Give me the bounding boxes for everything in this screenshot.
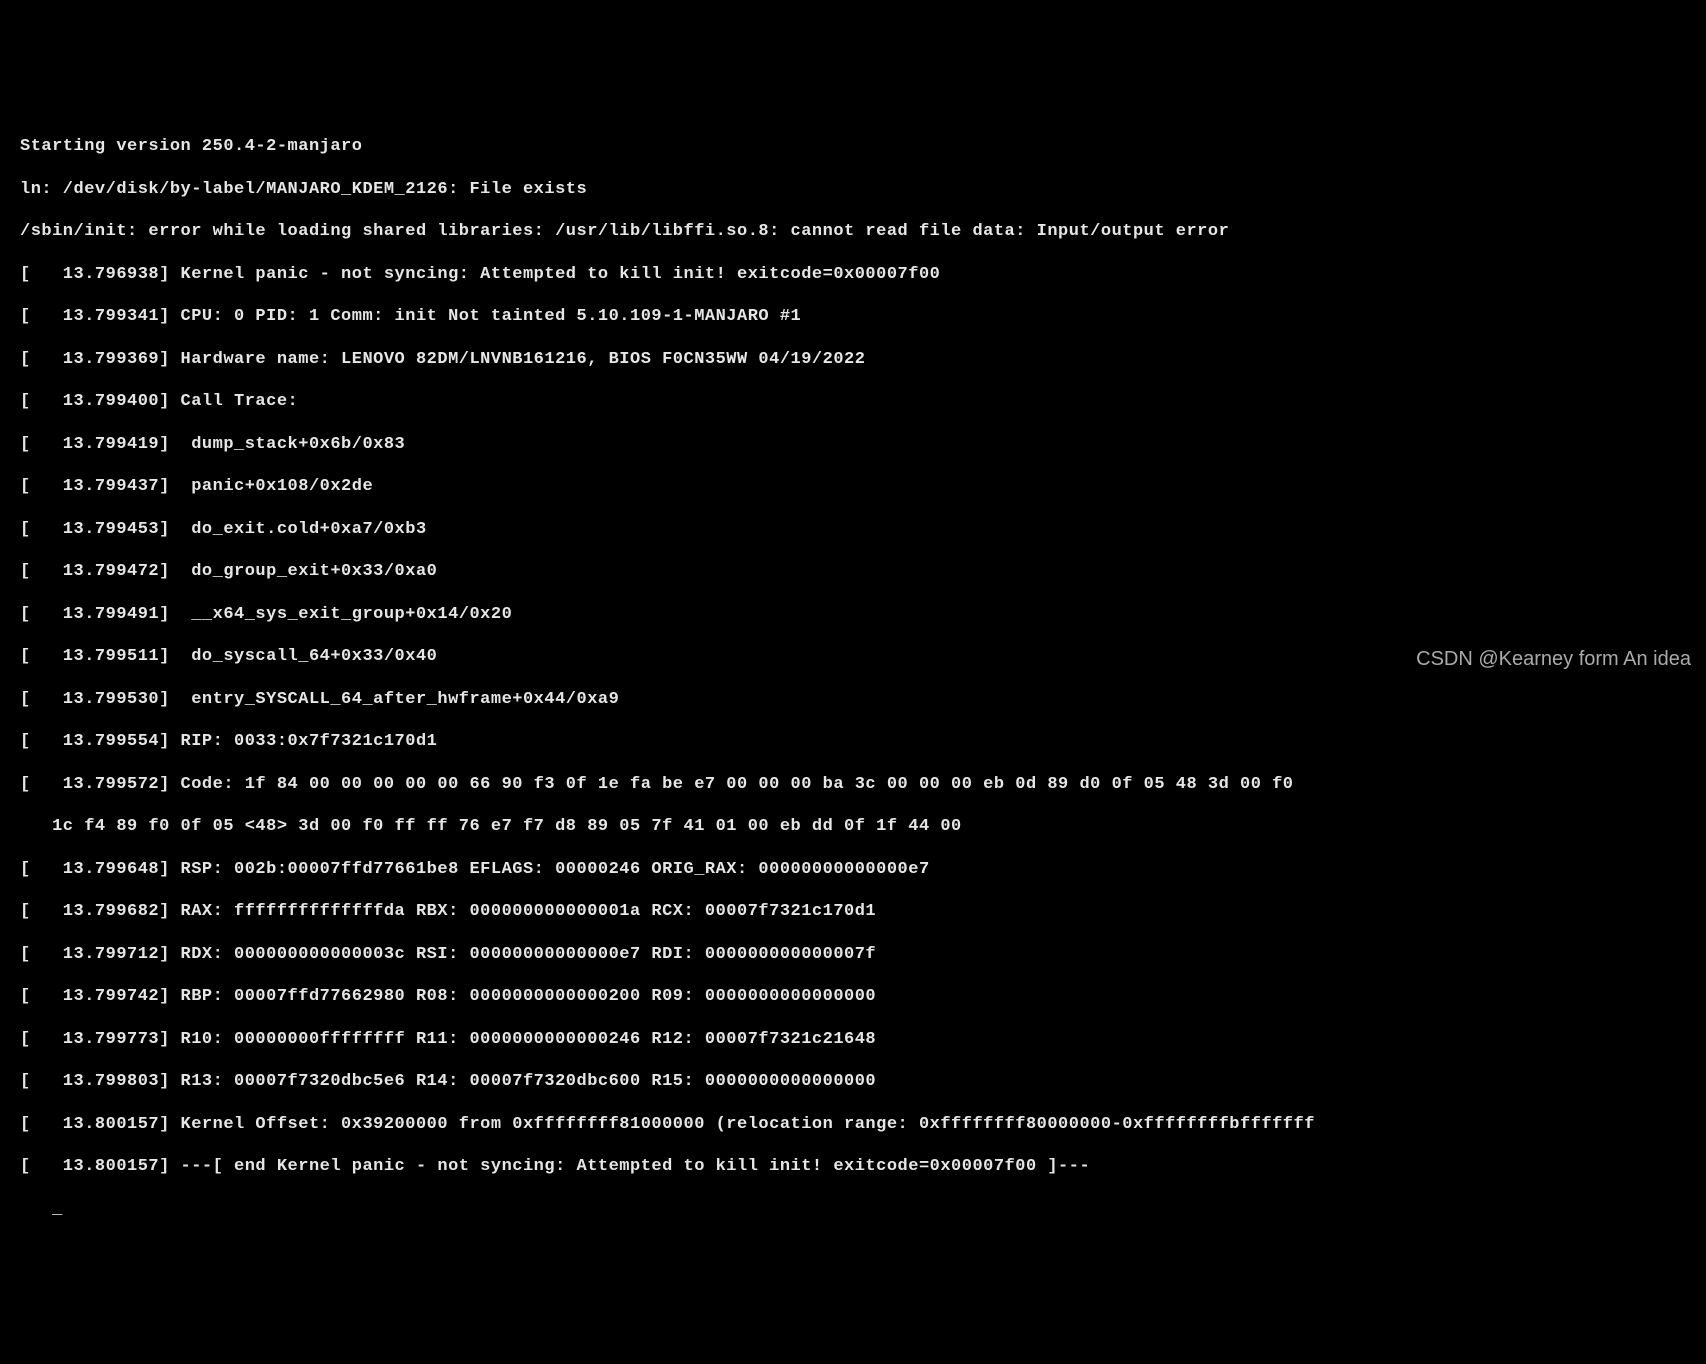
console-line: [ 13.799419] dump_stack+0x6b/0x83: [20, 434, 1686, 455]
console-line: [ 13.799554] RIP: 0033:0x7f7321c170d1: [20, 731, 1686, 752]
console-line: [ 13.799530] entry_SYSCALL_64_after_hwfr…: [20, 689, 1686, 710]
console-line: [ 13.799472] do_group_exit+0x33/0xa0: [20, 561, 1686, 582]
terminal-output: Starting version 250.4-2-manjaro ln: /de…: [20, 115, 1686, 1241]
console-line: [ 13.800157] Kernel Offset: 0x39200000 f…: [20, 1114, 1686, 1135]
console-line: [ 13.799572] Code: 1f 84 00 00 00 00 00 …: [20, 774, 1686, 795]
console-line: [ 13.799437] panic+0x108/0x2de: [20, 476, 1686, 497]
watermark-text: CSDN @Kearney form An idea: [1416, 647, 1691, 672]
console-line: Starting version 250.4-2-manjaro: [20, 136, 1686, 157]
console-line: [ 13.799453] do_exit.cold+0xa7/0xb3: [20, 519, 1686, 540]
console-line: /sbin/init: error while loading shared l…: [20, 221, 1686, 242]
console-line: [ 13.799773] R10: 00000000ffffffff R11: …: [20, 1029, 1686, 1050]
console-line-cursor: _: [20, 1199, 1686, 1220]
console-line: [ 13.796938] Kernel panic - not syncing:…: [20, 264, 1686, 285]
console-line: [ 13.799682] RAX: ffffffffffffffda RBX: …: [20, 901, 1686, 922]
console-line: [ 13.799400] Call Trace:: [20, 391, 1686, 412]
console-line: [ 13.799491] __x64_sys_exit_group+0x14/0…: [20, 604, 1686, 625]
console-line: 1c f4 89 f0 0f 05 <48> 3d 00 f0 ff ff 76…: [20, 816, 1686, 837]
console-line: [ 13.799803] R13: 00007f7320dbc5e6 R14: …: [20, 1071, 1686, 1092]
console-line: [ 13.799341] CPU: 0 PID: 1 Comm: init No…: [20, 306, 1686, 327]
console-line: [ 13.799742] RBP: 00007ffd77662980 R08: …: [20, 986, 1686, 1007]
console-line: [ 13.800157] ---[ end Kernel panic - not…: [20, 1156, 1686, 1177]
console-line: [ 13.799712] RDX: 000000000000003c RSI: …: [20, 944, 1686, 965]
console-line: ln: /dev/disk/by-label/MANJARO_KDEM_2126…: [20, 179, 1686, 200]
console-line: [ 13.799369] Hardware name: LENOVO 82DM/…: [20, 349, 1686, 370]
console-line: [ 13.799648] RSP: 002b:00007ffd77661be8 …: [20, 859, 1686, 880]
